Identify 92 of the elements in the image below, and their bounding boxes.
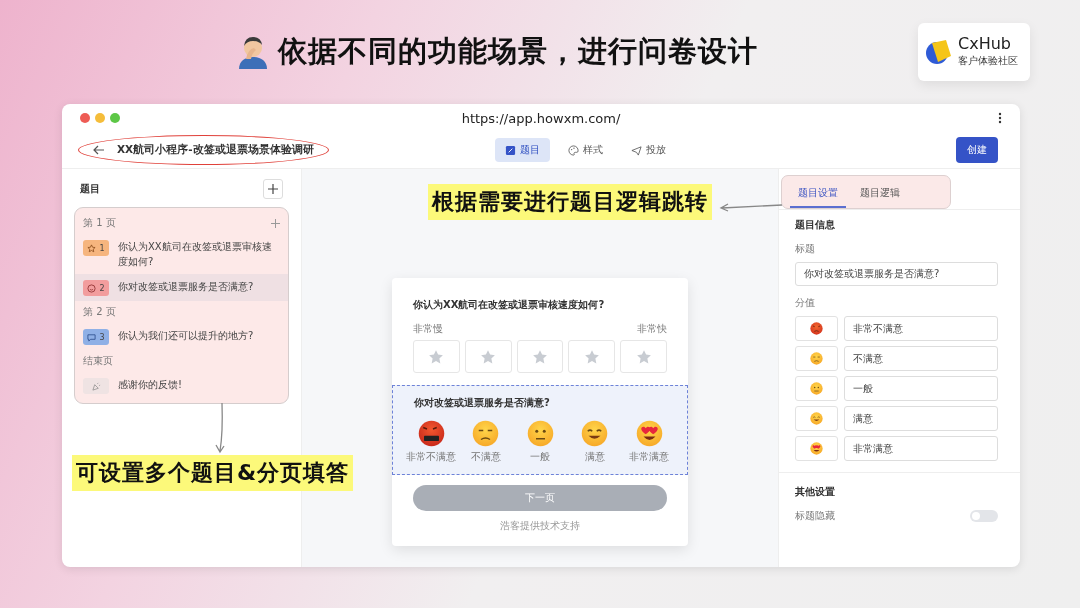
- question-item[interactable]: 3 你认为我们还可以提升的地方?: [75, 323, 288, 350]
- emoji-option-label: 不满意: [470, 450, 501, 464]
- create-button[interactable]: 创建: [956, 137, 998, 163]
- question-title: 你认为XX航司在改签或退票审核速度如何?: [412, 298, 606, 312]
- emoji-face-icon: [581, 420, 608, 447]
- star-icon[interactable]: [583, 348, 600, 365]
- score-label-field[interactable]: 满意: [844, 406, 998, 431]
- emoji-option-label: 一般: [530, 450, 550, 464]
- star-icon[interactable]: [428, 348, 445, 365]
- emoji-face-icon: [635, 420, 663, 447]
- smiley-icon: [87, 283, 97, 293]
- question-text: 你认为我们还可以提升的地方?: [118, 329, 255, 343]
- scale-low-label: 非常慢: [413, 322, 443, 336]
- toggle-switch[interactable]: [970, 510, 998, 522]
- emoji-face-icon: [417, 420, 445, 447]
- score-label-field[interactable]: 非常满意: [844, 436, 998, 461]
- emoji-face-icon: [810, 442, 823, 455]
- panel-title: 题目: [80, 182, 100, 196]
- emoji-face-icon: [526, 420, 554, 447]
- annotation-arrow: [216, 403, 226, 453]
- settings-tab[interactable]: 题目设置: [790, 186, 846, 208]
- annotation-callout: 可设置多个题目&分页填答: [72, 455, 354, 491]
- score-label-field[interactable]: 非常不满意: [844, 316, 998, 341]
- annotation-arrow: [720, 202, 782, 212]
- logo-icon: [924, 37, 954, 67]
- settings-tab[interactable]: 题目逻辑: [852, 186, 908, 208]
- question-item[interactable]: 1 你认为XX航司在改签或退票审核速度如何?: [75, 234, 288, 274]
- star-icon: [87, 243, 97, 253]
- add-button[interactable]: [263, 179, 283, 199]
- address-url[interactable]: https://app.howxm.com/: [461, 110, 621, 126]
- emoji-picker[interactable]: [795, 436, 838, 461]
- field-label: 标题: [795, 242, 816, 256]
- score-label-field[interactable]: 不满意: [844, 346, 998, 371]
- question-type-badge: 3: [83, 329, 109, 345]
- title-input-field[interactable]: 你对改签或退票服务是否满意?: [795, 262, 998, 286]
- nav-tab[interactable]: 样式: [557, 138, 613, 162]
- slide-title: 依据不同的功能场景，进行问卷设计: [278, 33, 758, 70]
- page-label: 第 1 页: [83, 216, 116, 230]
- question-title: 你对改签或退票服务是否满意?: [413, 396, 551, 410]
- star-option[interactable]: [620, 340, 667, 373]
- paper-plane-icon: [630, 144, 642, 156]
- powered-by-text: 浩客提供技术支持: [499, 519, 581, 533]
- logo-name: CxHub: [958, 36, 1012, 52]
- section-title: 其他设置: [795, 485, 836, 499]
- score-label-field[interactable]: 一般: [844, 376, 998, 401]
- star-icon[interactable]: [635, 348, 652, 365]
- add-icon[interactable]: [271, 218, 280, 228]
- comment-icon: [87, 332, 97, 342]
- more-vertical-icon[interactable]: [998, 112, 1002, 124]
- field-label: 分值: [795, 296, 816, 310]
- nav-tab[interactable]: 投放: [620, 138, 676, 162]
- question-type-badge: 1: [83, 240, 109, 256]
- person-icon: [236, 35, 270, 69]
- emoji-face-icon: [472, 420, 499, 447]
- question-item[interactable]: 感谢你的反馈!: [75, 372, 288, 399]
- section-title: 题目信息: [795, 218, 836, 232]
- back-arrow-icon[interactable]: [93, 145, 105, 155]
- emoji-picker[interactable]: [795, 376, 838, 401]
- star-option[interactable]: [413, 340, 460, 373]
- emoji-face-icon: [810, 352, 823, 365]
- emoji-picker[interactable]: [795, 316, 838, 341]
- question-type-badge: 2: [83, 280, 109, 296]
- page-label: 结束页: [83, 354, 113, 368]
- page-label: 第 2 页: [83, 305, 116, 319]
- emoji-face-icon: [810, 412, 823, 425]
- star-option[interactable]: [464, 340, 512, 373]
- plus-icon: [268, 184, 278, 194]
- party-popper-icon: [91, 381, 101, 391]
- star-icon[interactable]: [480, 348, 497, 365]
- question-item[interactable]: 2 你对改签或退票服务是否满意?: [75, 274, 288, 301]
- emoji-face-icon: [810, 322, 823, 335]
- emoji-face-icon: [810, 382, 823, 395]
- question-text: 感谢你的反馈!: [118, 378, 183, 392]
- emoji-picker[interactable]: [795, 406, 838, 431]
- emoji-option-label: 非常满意: [629, 450, 669, 464]
- survey-title-text: XX航司小程序-改签或退票场景体验调研: [117, 143, 314, 157]
- emoji-option-label: 满意: [584, 450, 605, 464]
- nav-tab[interactable]: 题目: [494, 138, 550, 162]
- star-option[interactable]: [568, 340, 616, 373]
- emoji-option-label: 非常不满意: [406, 450, 456, 464]
- annotation-callout: 根据需要进行题目逻辑跳转: [428, 184, 712, 220]
- star-option[interactable]: [516, 340, 564, 373]
- document-edit-icon: [504, 144, 516, 156]
- palette-icon: [567, 144, 579, 156]
- question-text: 你认为XX航司在改签或退票审核速度如何?: [118, 240, 273, 269]
- window-controls-icon[interactable]: [80, 113, 120, 123]
- scale-high-label: 非常快: [637, 322, 667, 336]
- question-text: 你对改签或退票服务是否满意?: [118, 280, 255, 294]
- star-icon[interactable]: [532, 348, 548, 365]
- emoji-picker[interactable]: [795, 346, 838, 371]
- toggle-label: 标题隐藏: [795, 509, 835, 523]
- logo-tagline: 客户体验社区: [958, 54, 1018, 68]
